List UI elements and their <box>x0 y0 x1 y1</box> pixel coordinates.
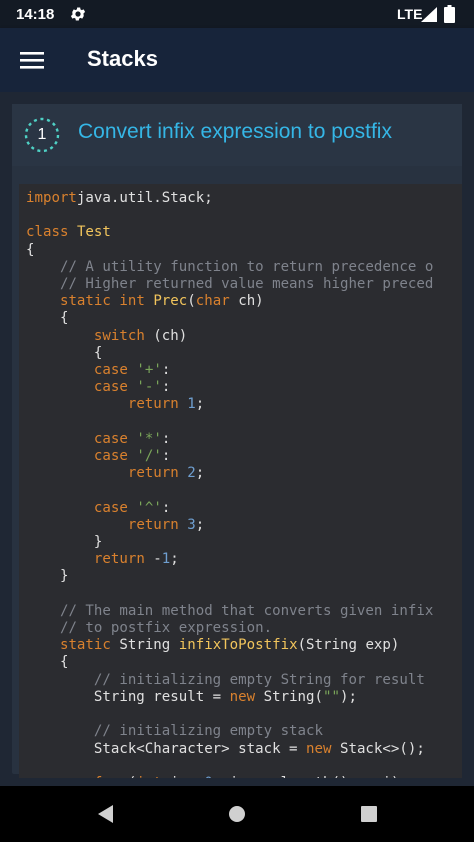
status-bar: 14:18 LTE <box>0 0 474 28</box>
recents-icon[interactable] <box>359 804 379 824</box>
network-type: LTE <box>397 6 423 22</box>
code-line: class Test <box>26 224 111 241</box>
navigation-bar <box>0 786 474 842</box>
menu-icon[interactable] <box>20 50 44 70</box>
code-line: // initializing empty stack <box>93 723 323 740</box>
code-line: { <box>26 310 69 327</box>
code-line: String result = new String(""); <box>26 688 357 705</box>
code-line: Stack<Character> stack = new Stack<>(); <box>26 740 425 757</box>
program-number: 1 <box>37 126 47 143</box>
program-title: Convert infix expression to postfix <box>78 120 392 143</box>
signal-icon <box>421 7 437 22</box>
code-line: static int Prec(char ch) <box>59 293 264 310</box>
code-line: } <box>26 568 69 585</box>
code-line: case '/': <box>93 448 171 465</box>
code-line: } <box>26 534 103 551</box>
code-line: // Higher returned value means higher pr… <box>59 276 434 293</box>
code-line: for (int i = 0; i<exp.length(); ++i) <box>26 775 462 778</box>
status-time: 14:18 <box>16 6 55 23</box>
home-icon[interactable] <box>227 804 247 824</box>
page-title: Stacks <box>87 46 158 71</box>
code-line: // A utility function to return preceden… <box>59 258 434 275</box>
code-line: return 1; <box>127 396 205 413</box>
code-block[interactable]: importjava.util.Stack; class Test{ // A … <box>19 184 462 778</box>
code-line: case '-': <box>93 379 171 396</box>
code-line: case '^': <box>93 499 171 516</box>
code-line: return 2; <box>127 465 205 482</box>
gear-icon <box>70 7 86 21</box>
code-line: case '+': <box>93 362 171 379</box>
code-line: { <box>26 654 69 671</box>
code-line: { <box>26 344 103 361</box>
code-line: // The main method that converts given i… <box>59 602 434 619</box>
app-bar: Stacks <box>0 28 474 92</box>
code-line: case '*': <box>93 430 171 447</box>
main-content[interactable]: 1 Convert infix expression to postfix im… <box>0 92 474 786</box>
code-text: importjava.util.Stack; class Test{ // A … <box>19 184 462 778</box>
code-line: static String infixToPostfix(String exp) <box>59 637 400 654</box>
code-line: return -1; <box>93 551 179 568</box>
code-line: importjava.util.Stack; <box>26 190 213 206</box>
back-icon[interactable] <box>96 804 116 824</box>
program-card: 1 Convert infix expression to postfix im… <box>12 104 462 778</box>
code-line: return 3; <box>127 516 205 533</box>
code-line: switch (ch) <box>93 327 188 344</box>
code-line: { <box>26 241 35 258</box>
card-header[interactable]: 1 Convert infix expression to postfix <box>12 104 462 166</box>
code-line: // to postfix expression. <box>59 620 273 637</box>
code-line: // initializing empty String for result <box>93 671 425 688</box>
battery-icon <box>444 5 455 23</box>
number-badge: 1 <box>24 117 60 153</box>
